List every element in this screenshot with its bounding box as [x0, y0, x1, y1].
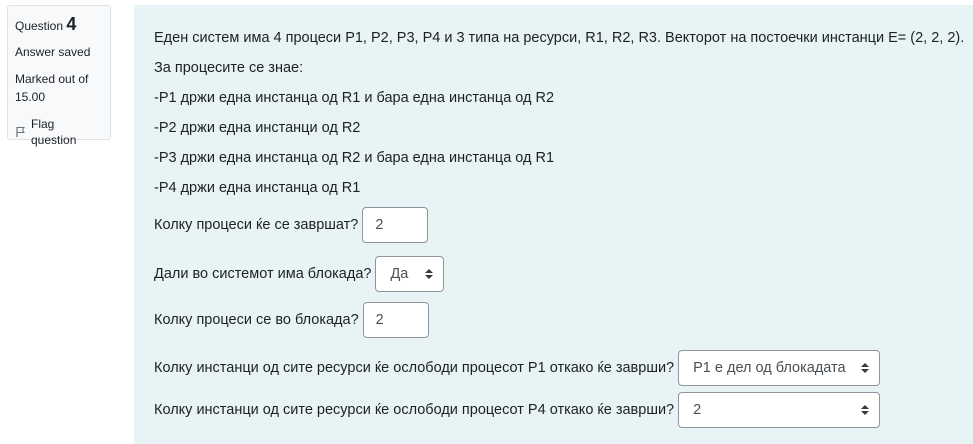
subquestion-3: Колку процеси се во блокада? 2 [154, 302, 973, 338]
subquestion-2: Дали во системот има блокада? Да [154, 256, 973, 292]
fact-p3: -P3 држи една инстанца од R2 и бара една… [154, 150, 555, 166]
question-prefix: Question [15, 19, 64, 33]
subquestion-3-label: Колку процеси се во блокада? [154, 312, 359, 328]
fact-p2: -P2 држи една инстанци од R2 [154, 120, 361, 136]
question-info-panel: Question 4 Answer saved Marked out of 15… [7, 5, 111, 147]
page: Question 4 Answer saved Marked out of 15… [0, 0, 973, 444]
processes-finish-input[interactable]: 2 [362, 207, 429, 243]
subquestion-4: Колку инстанци од сите ресурси ќе ослобо… [154, 350, 973, 386]
subquestion-4-label: Колку инстанци од сите ресурси ќе ослобо… [154, 360, 675, 376]
p1-release-select-value: P1 е дел од блокадата [693, 360, 846, 376]
answer-state: Answer saved [15, 45, 91, 59]
deadlock-select[interactable]: Да [375, 256, 445, 292]
select-arrows-icon [425, 269, 434, 279]
select-arrows-icon [861, 405, 870, 415]
fact-p1: -P1 држи една инстанца од R1 и бара една… [154, 90, 555, 106]
question-known: За процесите се знае: [154, 60, 304, 76]
subquestion-1-label: Колку процеси ќе се завршат? [154, 217, 359, 233]
deadlock-select-value: Да [390, 266, 409, 282]
subquestion-5-label: Колку инстанци од сите ресурси ќе ослобо… [154, 402, 675, 418]
select-arrows-icon [861, 363, 870, 373]
p4-release-select[interactable]: 2 [678, 392, 881, 428]
deadlocked-processes-input[interactable]: 2 [362, 302, 429, 338]
flag-icon [15, 126, 27, 138]
p4-release-select-value: 2 [693, 402, 702, 418]
grade-info: Marked out of 15.00 [15, 72, 89, 104]
flag-question-link[interactable]: Flag question [15, 116, 103, 148]
subquestion-1: Колку процеси ќе се завршат? 2 [154, 207, 973, 243]
question-number-value: 4 [66, 14, 77, 34]
question-number: Question 4 [15, 14, 103, 36]
subquestion-5: Колку инстанци од сите ресурси ќе ослобо… [154, 392, 973, 428]
p1-release-select[interactable]: P1 е дел од блокадата [678, 350, 881, 386]
flag-question-label: Flag question [31, 117, 77, 147]
fact-p4: -P4 држи една инстанца од R1 [154, 180, 361, 196]
question-content: Еден систем има 4 процеси P1, P2, P3, P4… [134, 5, 973, 444]
question-intro: Еден систем има 4 процеси P1, P2, P3, P4… [154, 30, 965, 46]
subquestion-2-label: Дали во системот има блокада? [154, 266, 372, 282]
